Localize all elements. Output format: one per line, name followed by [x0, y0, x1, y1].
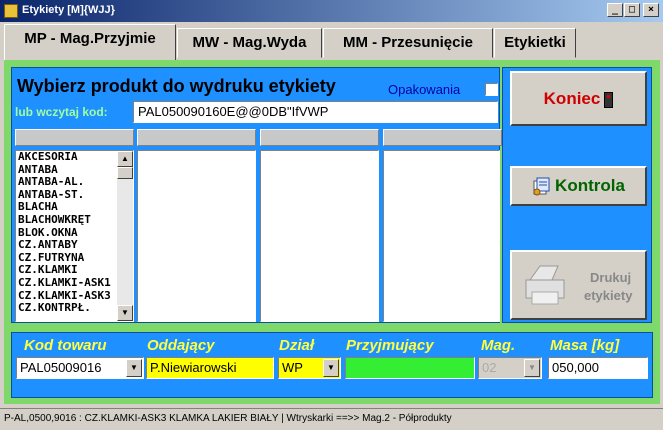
drukuj-label-2: etykiety	[584, 288, 633, 303]
drukuj-etykiety-button[interactable]: Drukuj etykiety	[510, 250, 647, 320]
scan-code-input[interactable]: PAL050090160E@@0DB"IfVWP	[133, 101, 498, 123]
mag-select[interactable]: 02 ▼	[478, 357, 542, 379]
product-group-list[interactable]: AKCESORIA ANTABA ANTABA-AL. ANTABA-ST. BLACH…	[15, 150, 134, 322]
window-title: Etykiety [M]{WJJ}	[22, 4, 115, 16]
column-header-3	[260, 129, 379, 146]
page-heading: Wybierz produkt do wydruku etykiety	[17, 76, 336, 96]
packaging-checkbox[interactable]	[485, 83, 498, 96]
action-area: Koniec Kontrola Drukuj etykiety	[502, 67, 652, 323]
product-list-2[interactable]	[137, 150, 256, 322]
masa-value: 050,000	[552, 360, 599, 375]
kod-towaru-label: Kod towaru	[24, 337, 107, 354]
app-icon	[4, 4, 18, 18]
kontrola-label: Kontrola	[555, 176, 625, 195]
dzial-select[interactable]: WP ▼	[278, 357, 341, 379]
dzial-label: Dział	[279, 337, 315, 354]
packaging-label: Opakowania	[388, 82, 461, 97]
kontrola-icon	[533, 177, 550, 196]
scroll-down-icon[interactable]: ▼	[117, 305, 133, 321]
list-item[interactable]: CZ.ANTABY	[16, 239, 133, 252]
column-header-1	[15, 129, 134, 146]
column-header-2	[137, 129, 256, 146]
transaction-form: Kod towaru Oddający Dział Przyjmujący Ma…	[11, 332, 653, 398]
maximize-button[interactable]: □	[624, 3, 640, 17]
product-selection-area: Wybierz produkt do wydruku etykiety Opak…	[11, 67, 502, 323]
tab-etykietki[interactable]: Etykietki	[494, 28, 576, 58]
scroll-thumb[interactable]	[117, 167, 133, 179]
close-button[interactable]: ×	[643, 3, 659, 17]
exit-phone-icon	[604, 91, 614, 108]
oddajacy-label: Oddający	[147, 337, 215, 354]
product-list-scrollbar[interactable]: ▲ ▼	[117, 151, 133, 321]
status-text: P-AL,0500,9016 : CZ.KLAMKI-ASK3 KLAMKA L…	[4, 413, 452, 424]
list-item[interactable]: CZ.KLAMKI-ASK1	[16, 276, 133, 290]
chevron-down-icon[interactable]: ▼	[524, 359, 540, 377]
mag-label: Mag.	[481, 337, 516, 354]
przyjmujacy-field[interactable]	[345, 357, 475, 379]
status-bar: P-AL,0500,9016 : CZ.KLAMKI-ASK3 KLAMKA L…	[0, 408, 663, 430]
drukuj-label-1: Drukuj	[590, 270, 632, 285]
masa-label: Masa [kg]	[550, 337, 620, 354]
koniec-button[interactable]: Koniec	[510, 71, 647, 126]
oddajacy-field[interactable]: P.Niewiarowski	[146, 357, 274, 379]
main-panel: Wybierz produkt do wydruku etykiety Opak…	[4, 60, 660, 404]
list-item[interactable]: AKCESORIA	[16, 151, 133, 164]
minimize-button[interactable]: _	[607, 3, 623, 17]
scroll-up-icon[interactable]: ▲	[117, 151, 133, 167]
list-item[interactable]: ANTABA-AL.	[16, 176, 133, 189]
tab-mm-przesuniecie[interactable]: MM - Przesunięcie	[323, 28, 493, 58]
product-list-4[interactable]	[383, 150, 500, 322]
masa-field[interactable]: 050,000	[548, 357, 648, 379]
kod-towaru-select[interactable]: PAL05009016 ▼	[16, 357, 144, 379]
product-list-3[interactable]	[260, 150, 379, 322]
printer-icon	[525, 265, 565, 305]
przyjmujacy-label: Przyjmujący	[346, 337, 434, 354]
kontrola-button[interactable]: Kontrola	[510, 166, 647, 206]
dzial-value: WP	[282, 360, 303, 375]
oddajacy-value: P.Niewiarowski	[150, 360, 237, 375]
list-item[interactable]: CZ.KONTRPŁ.	[16, 302, 133, 315]
mag-value: 02	[482, 360, 497, 375]
chevron-down-icon[interactable]: ▼	[323, 359, 339, 377]
kod-towaru-value: PAL05009016	[20, 360, 102, 375]
tab-mp-przyjmie[interactable]: MP - Mag.Przyjmie	[4, 24, 176, 60]
list-item[interactable]: BLACHOWKRĘT	[16, 213, 133, 227]
koniec-label: Koniec	[543, 89, 601, 108]
column-header-4	[383, 129, 502, 146]
chevron-down-icon[interactable]: ▼	[126, 359, 142, 377]
tab-mw-wyda[interactable]: MW - Mag.Wyda	[177, 28, 322, 58]
product-items: AKCESORIA ANTABA ANTABA-AL. ANTABA-ST. BLACH…	[16, 151, 133, 315]
scan-code-label: lub wczytaj kod:	[15, 105, 108, 119]
title-bar: Etykiety [M]{WJJ} _ □ ×	[0, 0, 663, 22]
